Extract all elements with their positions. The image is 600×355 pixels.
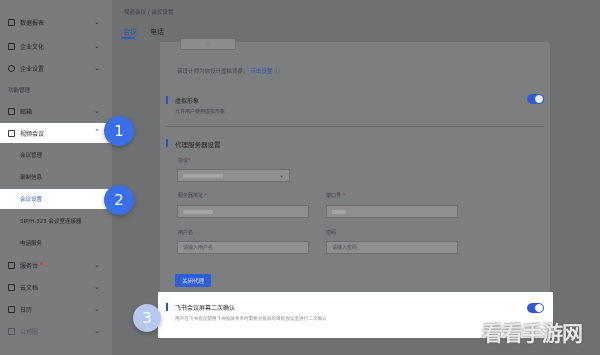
bg-settings-link[interactable]: 点击设置: [250, 69, 272, 75]
calendar-icon: [8, 305, 15, 313]
section-marker: [166, 303, 168, 311]
helpdesk-icon: [8, 261, 15, 269]
bg-hint-label: 该设计师为你设计虚拟背景。: [177, 69, 249, 75]
moments-icon: [8, 327, 15, 335]
sidebar-item-culture[interactable]: 企业文化 ⌄: [0, 36, 112, 56]
sidebar-subitem-label: 录制信息: [20, 175, 43, 181]
chevron-down-icon: ⌄: [94, 107, 100, 115]
username-placeholder: 请输入用户名: [183, 245, 214, 251]
toggle-knob: [535, 304, 543, 312]
doc-icon: [8, 283, 15, 291]
sidebar-item-label: 日历: [20, 306, 33, 314]
tab-meeting[interactable]: 会议: [123, 27, 137, 37]
section-marker: [166, 139, 168, 147]
sidebar-subitem-label: 会议设置: [20, 197, 43, 203]
server-label: 服务器地址 *: [178, 193, 208, 199]
sidebar-item-label: 数据报表: [20, 19, 45, 27]
sidebar-item-reports[interactable]: 数据报表 ⌄: [0, 12, 112, 32]
section-marker: [166, 96, 168, 104]
server-address-input[interactable]: [177, 205, 309, 218]
sidebar-item-video-meeting[interactable]: 视频会议 ⌃: [0, 123, 112, 143]
chevron-down-icon: ⌄: [94, 18, 100, 26]
password-input[interactable]: 请输入密码: [326, 241, 458, 254]
protocol-label: 协议*: [178, 158, 191, 164]
sidebar-item-calendar[interactable]: 日历 ⌄: [0, 299, 112, 319]
sidebar-item-settings[interactable]: 企业设置 ⌄: [0, 58, 112, 78]
port-value: [332, 209, 346, 214]
virtual-bg-preview[interactable]: ⋯: [180, 38, 236, 50]
password-placeholder: 请输入密码: [332, 245, 358, 251]
tab-phone[interactable]: 电话: [150, 27, 164, 37]
step-badge-3: 3: [133, 304, 161, 332]
sidebar-item-label: 公司圈: [20, 328, 39, 336]
port-input[interactable]: [326, 205, 458, 218]
sidebar-item-label: 邮箱: [20, 108, 33, 116]
sidebar-item-label: 企业设置: [20, 65, 45, 73]
notification-dot: [40, 261, 44, 265]
password-label: 密码: [326, 230, 337, 236]
breadcrumb: 视频会议 / 会议设置: [124, 10, 174, 16]
sidebar-subitem-phone[interactable]: 电话服务: [0, 233, 112, 253]
gear-icon: [8, 64, 15, 72]
sidebar-item-label: 云文档: [20, 284, 39, 292]
divider: [166, 126, 544, 127]
sidebar-subitem-label: 会议管理: [20, 153, 43, 159]
sidebar-subitem-recording[interactable]: 录制信息: [0, 167, 112, 187]
virtual-avatar-title: 虚拟形象: [175, 98, 200, 105]
sidebar-item-docs[interactable]: 云文档 ⌄: [0, 277, 112, 297]
chevron-down-icon: ⌄: [94, 327, 100, 335]
bg-hint-text: 该设计师为你设计虚拟背景。 点击设置 ⓘ: [177, 67, 280, 75]
virtual-avatar-toggle[interactable]: [527, 94, 544, 104]
sidebar-item-moments[interactable]: 公司圈 ⌄: [0, 321, 112, 341]
sidebar-subitem-sip[interactable]: SIP/H.323 会议室连接器: [0, 211, 112, 231]
help-icon: ⓘ: [274, 69, 280, 75]
chevron-down-icon: ⌄: [94, 305, 100, 313]
chevron-down-icon: ⌄: [94, 42, 100, 50]
chart-icon: [8, 18, 15, 26]
screen-share-desc: 用户在飞书会议使用飞书投屏共享时需要对投屏的目标会议室进行二次确认: [175, 317, 327, 322]
sidebar-item-label: 企业文化: [20, 43, 45, 51]
sidebar-subitem-meeting-manage[interactable]: 会议管理: [0, 145, 112, 165]
chevron-down-icon: ⌄: [94, 64, 100, 72]
watermark: 看看手游网: [482, 322, 583, 346]
proxy-title: 代理服务器设置: [175, 141, 221, 149]
settings-panel: [160, 42, 550, 292]
screen-share-toggle[interactable]: [527, 303, 544, 313]
port-label: 端口号 *: [326, 193, 346, 199]
chevron-down-icon: ⌄: [94, 283, 100, 291]
server-value: [183, 209, 213, 214]
sidebar-section-label: 功能管理: [8, 88, 31, 94]
video-icon: [8, 129, 15, 137]
sidebar-item-label: 服务台: [20, 262, 39, 270]
screen-share-title: 飞书会议屏幕二次确认: [175, 305, 236, 312]
tab-active-indicator: [121, 37, 135, 39]
virtual-avatar-desc: 允许用户使用虚拟形象: [175, 109, 226, 115]
chevron-up-icon: ⌃: [94, 128, 100, 136]
chevron-down-icon: ⌄: [94, 261, 100, 269]
sidebar-item-helpdesk[interactable]: 服务台 ⌄: [0, 255, 112, 275]
step-badge-1: 1: [104, 116, 134, 146]
chevron-down-icon: ⌄: [278, 172, 284, 179]
username-input[interactable]: 请输入用户名: [177, 241, 309, 254]
protocol-value: [183, 173, 223, 178]
culture-icon: [8, 42, 15, 50]
sidebar-item-label: 视频会议: [20, 130, 45, 138]
sidebar-subitem-label: 电话服务: [20, 241, 43, 247]
close-proxy-button[interactable]: 关闭代理: [175, 274, 211, 287]
toggle-knob: [535, 95, 543, 103]
step-badge-2: 2: [104, 185, 134, 215]
username-label: 用户名: [178, 230, 194, 236]
protocol-select[interactable]: ⌄: [177, 169, 290, 182]
sidebar-subitem-label: SIP/H.323 会议室连接器: [20, 219, 82, 225]
sidebar-item-mail[interactable]: 邮箱 ⌄: [0, 101, 112, 121]
sidebar: 数据报表 ⌄ 企业文化 ⌄ 企业设置 ⌄ 功能管理 邮箱 ⌄ 视频会议 ⌃ 会议…: [0, 0, 112, 355]
sidebar-subitem-meeting-settings[interactable]: 会议设置: [0, 189, 112, 209]
mail-icon: [8, 107, 15, 115]
